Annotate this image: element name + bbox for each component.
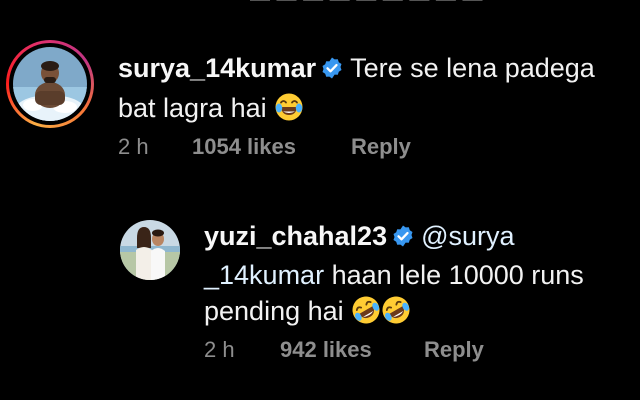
- reply-button[interactable]: Reply: [424, 337, 484, 363]
- comment-timestamp: 2 h: [204, 337, 235, 362]
- reply-button[interactable]: Reply: [351, 134, 411, 160]
- comment-username[interactable]: yuzi_chahal23: [204, 221, 387, 251]
- comment-body-line1: Tere se lena padega: [350, 53, 595, 83]
- comment-body-line2: bat lagra hai: [118, 93, 267, 123]
- reply-comment-item: yuzi_chahal23 @surya _14kumar haan lele …: [0, 200, 640, 400]
- comment-meta: 2 h 1054 likes Reply: [118, 134, 598, 162]
- comment-body-line2: haan lele 10000 runs: [324, 260, 584, 290]
- comment-text: surya_14kumar Tere se lena padega bat la…: [118, 50, 595, 132]
- comment-item: surya_14kumar Tere se lena padega bat la…: [0, 0, 640, 180]
- avatar[interactable]: [13, 47, 87, 121]
- mention-link[interactable]: @surya: [421, 221, 514, 251]
- avatar[interactable]: [120, 220, 180, 280]
- comment-username[interactable]: surya_14kumar: [118, 53, 316, 83]
- avatar-image: [120, 220, 180, 280]
- likes-count[interactable]: 942 likes: [280, 337, 372, 363]
- rolling-on-floor-laughing-icon: [351, 295, 381, 334]
- comment-timestamp: 2 h: [118, 134, 149, 159]
- avatar-image: [13, 47, 87, 121]
- comment-body-line3: pending hai: [204, 296, 344, 326]
- mention-link-continued[interactable]: _14kumar: [204, 260, 324, 290]
- verified-badge-icon: [391, 221, 415, 257]
- verified-badge-icon: [320, 53, 344, 90]
- face-with-tears-of-joy-icon: [274, 92, 304, 132]
- comment-meta: 2 h 942 likes Reply: [204, 337, 604, 365]
- rolling-on-floor-laughing-icon: [381, 295, 411, 334]
- likes-count[interactable]: 1054 likes: [192, 134, 296, 160]
- comment-text: yuzi_chahal23 @surya _14kumar haan lele …: [204, 218, 584, 334]
